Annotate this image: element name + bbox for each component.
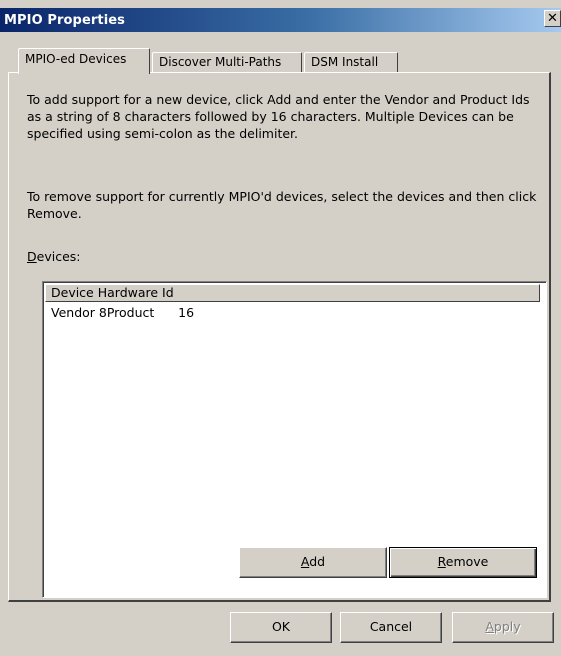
tab-label: MPIO-ed Devices xyxy=(25,52,127,66)
add-instructions-text: To add support for a new device, click A… xyxy=(27,92,530,141)
tab-discover-multi-paths[interactable]: Discover Multi-Paths xyxy=(152,52,302,74)
tab-label: DSM Install xyxy=(311,55,379,69)
tab-label: Discover Multi-Paths xyxy=(159,55,282,69)
cancel-button-label: Cancel xyxy=(369,619,413,634)
devices-label-text: evices: xyxy=(36,249,81,264)
mpio-properties-dialog: MPIO Properties ✕ MPIO-ed Devices Discov… xyxy=(0,0,561,656)
remove-button-label: emove xyxy=(445,554,489,569)
column-header-label: Device Hardware Id xyxy=(51,285,174,300)
window-title: MPIO Properties xyxy=(4,13,126,28)
devices-label-accelerator: D xyxy=(27,249,37,264)
remove-button[interactable]: Remove xyxy=(389,547,537,578)
remove-instructions-text: To remove support for currently MPIO'd d… xyxy=(27,189,537,221)
tab-panel-mpio-ed-devices: To add support for a new device, click A… xyxy=(8,72,551,602)
column-header-device-hardware-id[interactable]: Device Hardware Id xyxy=(45,284,540,302)
add-button[interactable]: Add xyxy=(239,547,387,578)
apply-button-accelerator: A xyxy=(485,619,494,634)
title-bar[interactable]: MPIO Properties ✕ xyxy=(0,8,561,32)
tab-mpio-ed-devices[interactable]: MPIO-ed Devices xyxy=(18,48,150,74)
close-icon: ✕ xyxy=(547,11,558,26)
apply-button[interactable]: Apply xyxy=(452,612,554,643)
ok-button-label: OK xyxy=(271,619,291,634)
remove-button-accelerator: R xyxy=(437,554,446,569)
list-item[interactable]: Vendor 8Product 16 xyxy=(51,304,194,321)
devices-label: Devices: xyxy=(27,249,81,264)
add-button-accelerator: A xyxy=(300,554,310,569)
cancel-button[interactable]: Cancel xyxy=(340,612,442,643)
apply-button-label: pply xyxy=(493,619,521,634)
close-button[interactable]: ✕ xyxy=(544,10,561,27)
add-button-label: dd xyxy=(309,554,326,569)
tab-dsm-install[interactable]: DSM Install xyxy=(304,52,398,74)
ok-button[interactable]: OK xyxy=(230,612,332,643)
